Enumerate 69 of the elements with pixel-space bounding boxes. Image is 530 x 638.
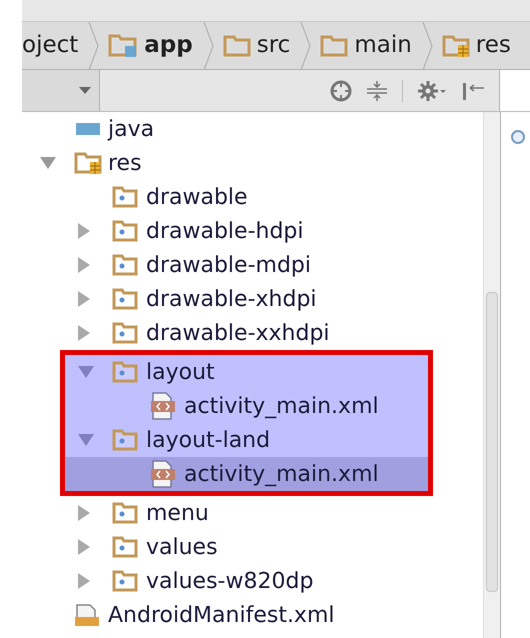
- tree-item-label: drawable-mdpi: [146, 252, 311, 280]
- resources-folder-icon: [74, 151, 102, 175]
- folder-icon: [112, 288, 138, 310]
- tree-item-label: java: [108, 116, 154, 144]
- collapsed-arrow-icon[interactable]: [78, 257, 90, 273]
- tree-row[interactable]: layout: [65, 355, 428, 389]
- tree-row[interactable]: activity_main.xml: [65, 389, 428, 423]
- tree-row[interactable]: AndroidManifest.xml: [22, 598, 483, 632]
- tree-item-label: drawable-xhdpi: [146, 286, 317, 314]
- collapsed-arrow-icon[interactable]: [78, 223, 90, 239]
- tree-row[interactable]: drawable: [22, 180, 483, 214]
- breadcrumb[interactable]: src: [214, 22, 300, 69]
- collapse-icon[interactable]: [366, 80, 388, 102]
- tree-item-label: activity_main.xml: [184, 392, 379, 420]
- tree-row[interactable]: res: [22, 146, 483, 180]
- tree-item-label: layout: [146, 358, 215, 386]
- folder-icon: [112, 429, 138, 451]
- tree-item-label: drawable-hdpi: [146, 218, 304, 246]
- folder-icon: [112, 536, 138, 558]
- tree-item-label: drawable: [146, 184, 248, 212]
- folder-icon: [112, 570, 138, 592]
- xml-file-icon: [150, 392, 176, 420]
- folder-icon: [112, 322, 138, 344]
- scrollbar-thumb[interactable]: [486, 292, 498, 592]
- module-folder-icon: [108, 32, 138, 58]
- collapsed-arrow-icon[interactable]: [78, 291, 90, 307]
- folder-icon: [112, 186, 138, 208]
- dropdown-caret-icon: [79, 86, 91, 94]
- manifest-file-icon: [74, 604, 100, 626]
- tree-item-label: menu: [146, 500, 209, 528]
- expanded-arrow-icon[interactable]: [78, 434, 94, 446]
- folder-icon: [112, 502, 138, 524]
- tree-item-label: activity_main.xml: [184, 460, 379, 488]
- tree-item-label: values: [146, 534, 218, 562]
- tree-row[interactable]: menu: [22, 496, 483, 530]
- collapsed-arrow-icon[interactable]: [78, 539, 90, 555]
- tree-row[interactable]: values-w820dp: [22, 564, 483, 598]
- folder-icon: [320, 34, 348, 58]
- tree-row[interactable]: java: [22, 112, 483, 146]
- collapsed-arrow-icon[interactable]: [78, 505, 90, 521]
- crosshair-icon[interactable]: [330, 80, 352, 102]
- folder-icon: [112, 220, 138, 242]
- tree-row[interactable]: drawable-xhdpi: [22, 282, 483, 316]
- folder-icon: [112, 254, 138, 276]
- folder-icon: [112, 361, 138, 383]
- tree-row[interactable]: drawable-xxhdpi: [22, 316, 483, 350]
- breadcrumb[interactable]: oject: [22, 22, 88, 69]
- gear-icon[interactable]: [417, 80, 447, 102]
- view-dropdown[interactable]: [22, 70, 100, 111]
- resources-folder-icon: [442, 34, 470, 58]
- tree-row[interactable]: layout-land: [65, 423, 428, 457]
- tree-item-label: layout-land: [146, 426, 270, 454]
- collapsed-arrow-icon[interactable]: [78, 573, 90, 589]
- breadcrumb[interactable]: app: [100, 22, 203, 69]
- tree-row[interactable]: activity_main.xml: [65, 457, 428, 491]
- expanded-arrow-icon[interactable]: [40, 157, 56, 169]
- tree-row[interactable]: drawable-hdpi: [22, 214, 483, 248]
- tree-item-label: AndroidManifest.xml: [108, 602, 334, 630]
- breadcrumb[interactable]: res: [434, 22, 521, 69]
- folder-icon: [222, 34, 251, 58]
- tree-item-label: drawable-xxhdpi: [146, 320, 330, 348]
- tree-row[interactable]: values: [22, 530, 483, 564]
- tree-item-label: values-w820dp: [146, 568, 314, 596]
- collapsed-arrow-icon[interactable]: [78, 325, 90, 341]
- expanded-arrow-icon[interactable]: [78, 366, 94, 378]
- xml-file-icon: [150, 460, 176, 488]
- tree-row[interactable]: drawable-mdpi: [22, 248, 483, 282]
- breadcrumb[interactable]: main: [312, 22, 422, 69]
- tree-item-label: res: [108, 150, 142, 178]
